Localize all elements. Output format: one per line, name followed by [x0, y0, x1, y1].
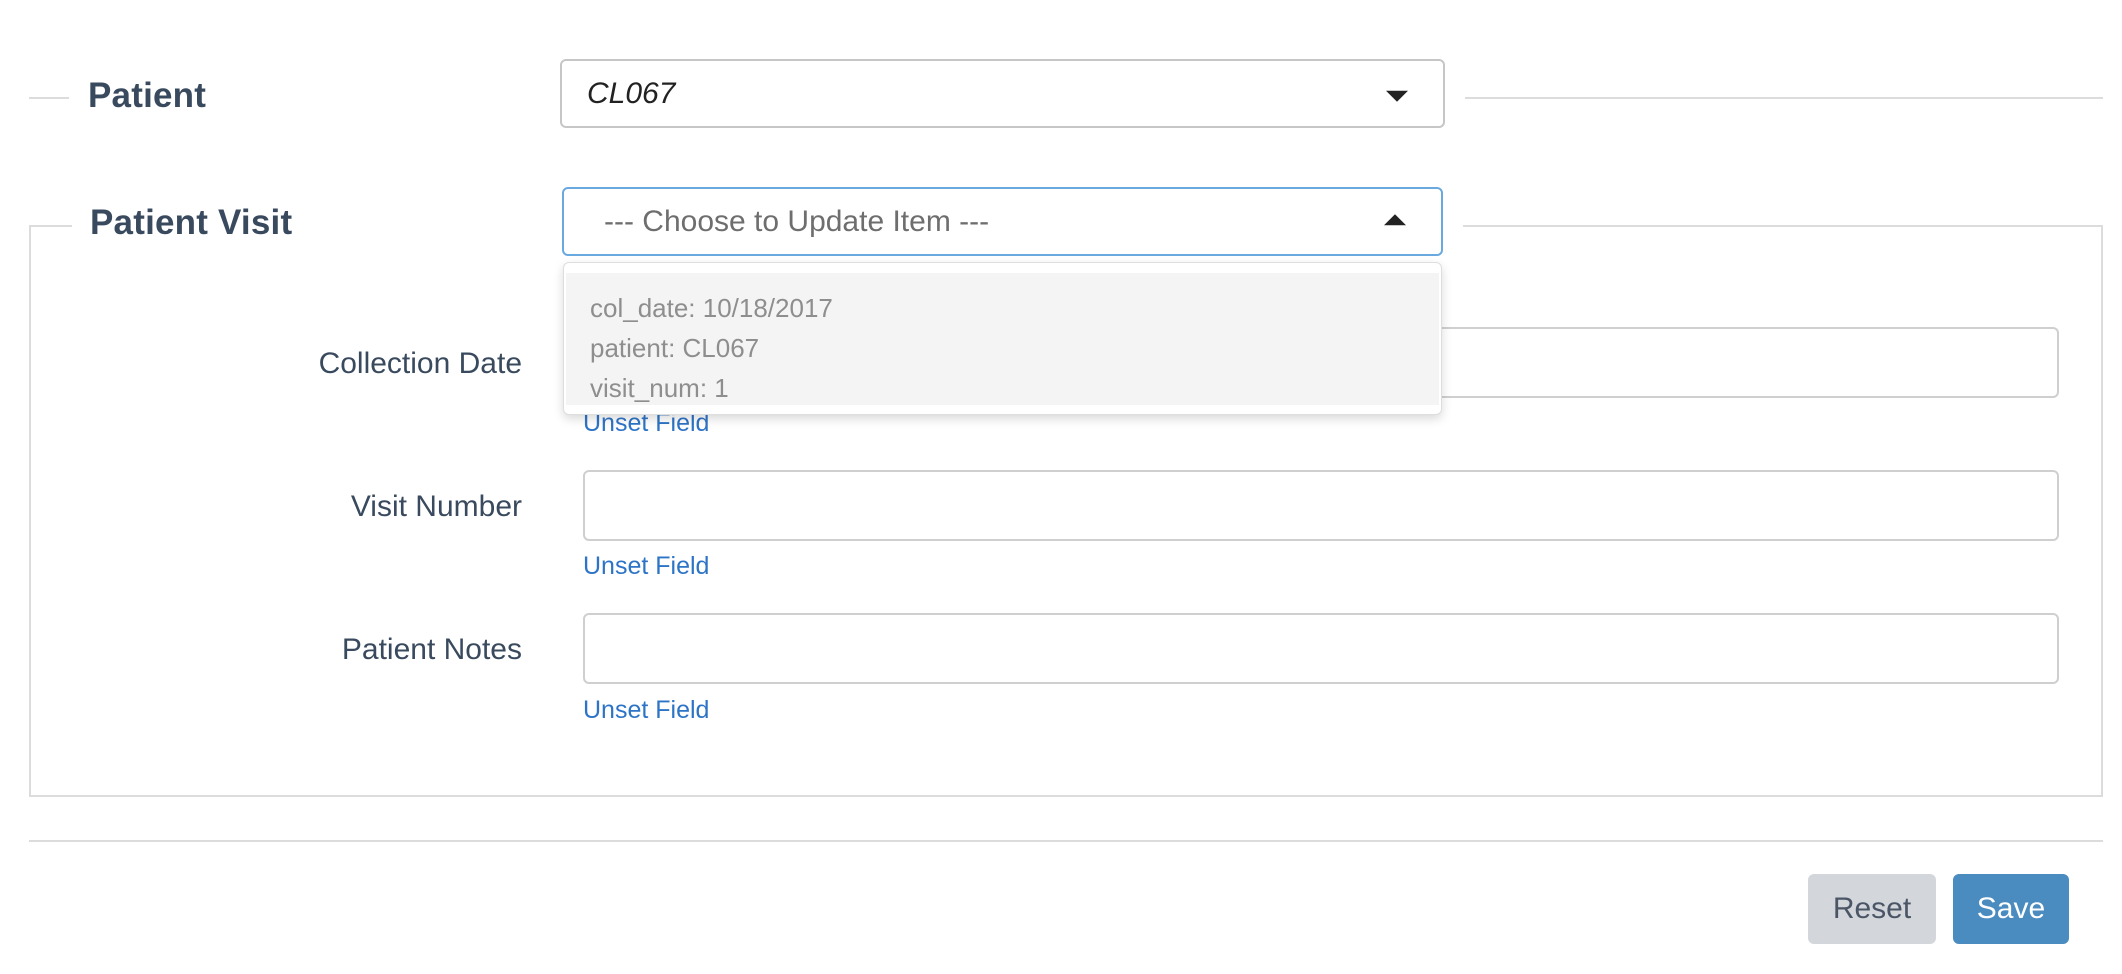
- visit-dropdown-menu: col_date: 10/18/2017 patient: CL067 visi…: [563, 262, 1442, 415]
- visit-dropdown-option[interactable]: col_date: 10/18/2017 patient: CL067 visi…: [566, 273, 1439, 405]
- visit-number-label: Visit Number: [350, 490, 522, 523]
- save-button[interactable]: Save: [1953, 874, 2069, 944]
- visit-select[interactable]: --- Choose to Update Item ---: [562, 187, 1443, 256]
- collection-date-label: Collection Date: [318, 347, 522, 380]
- patient-select[interactable]: CL067: [560, 59, 1445, 128]
- patient-section-rule-right: [1465, 97, 2103, 99]
- visit-select-placeholder: --- Choose to Update Item ---: [604, 204, 990, 238]
- caret-up-icon: [1384, 213, 1406, 225]
- option-patient: patient: CL067: [590, 333, 760, 363]
- visit-number-input[interactable]: [583, 470, 2059, 541]
- patient-notes-label: Patient Notes: [341, 633, 522, 666]
- reset-button[interactable]: Reset: [1808, 874, 1936, 944]
- patient-section-rule-left: [29, 97, 69, 99]
- option-visit-num: visit_num: 1: [590, 373, 729, 403]
- patient-section-title: Patient: [88, 76, 207, 115]
- footer-divider: [29, 840, 2103, 842]
- patient-notes-unset-link[interactable]: Unset Field: [583, 696, 709, 725]
- patient-select-value: CL067: [587, 76, 676, 110]
- patient-notes-input[interactable]: [583, 613, 2059, 684]
- visit-number-unset-link[interactable]: Unset Field: [583, 552, 709, 581]
- option-col-date: col_date: 10/18/2017: [590, 293, 833, 323]
- caret-down-icon: [1386, 90, 1408, 102]
